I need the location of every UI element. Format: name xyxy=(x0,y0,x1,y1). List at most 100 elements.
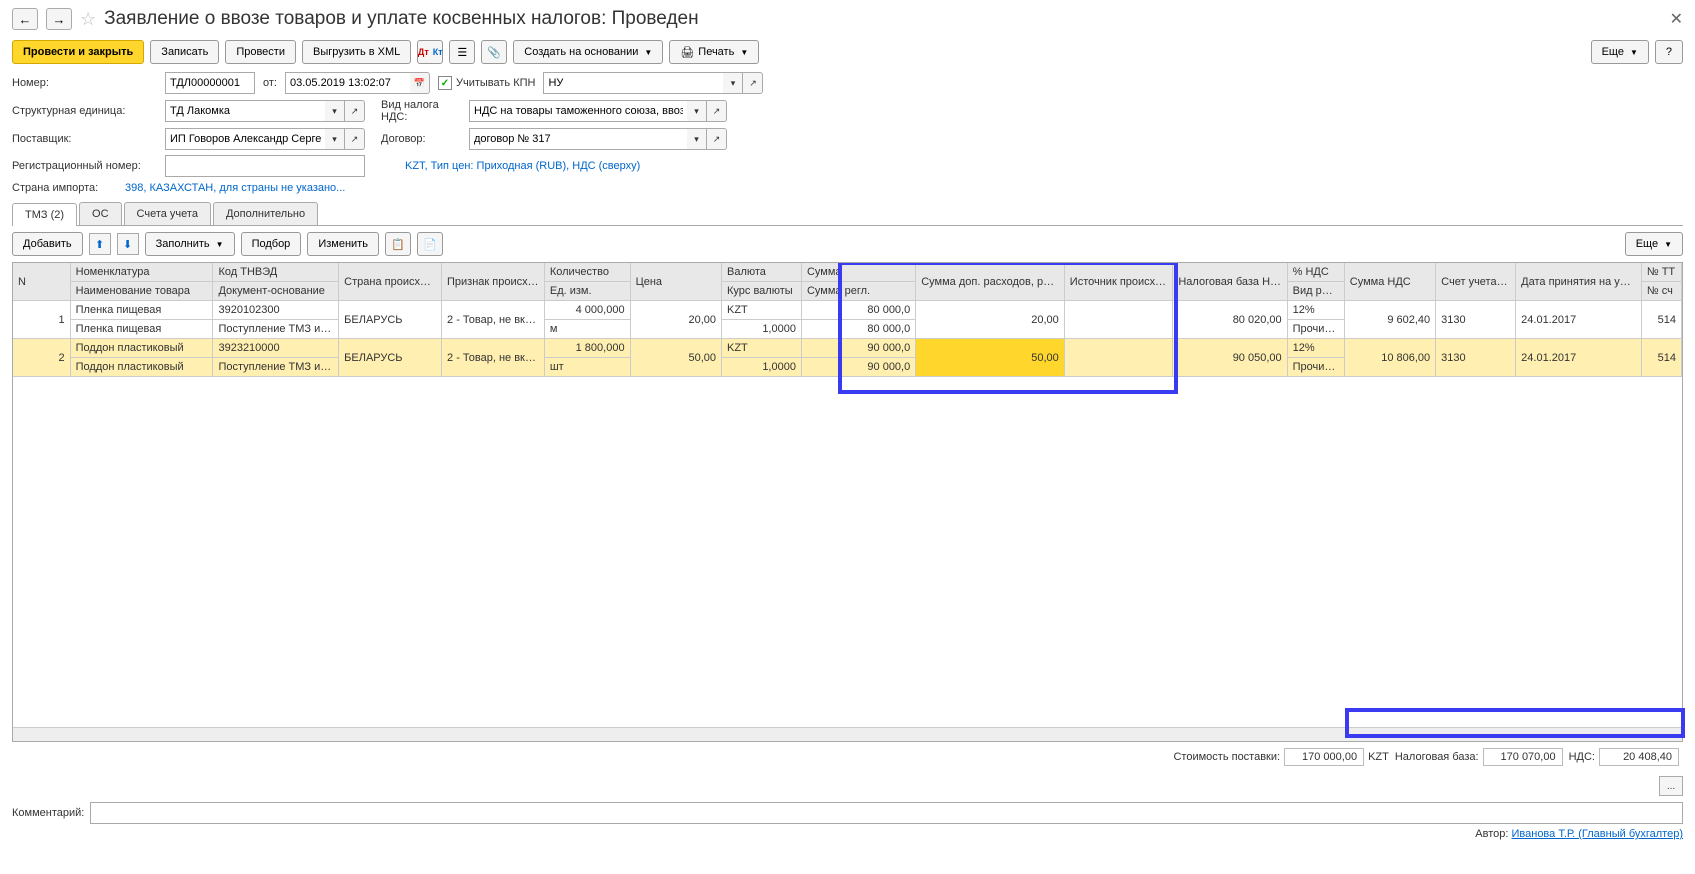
col-extra[interactable]: Сумма доп. расходов, регл. xyxy=(916,263,1065,301)
attach-icon[interactable]: 📎 xyxy=(481,40,507,64)
struct-label: Структурная единица: xyxy=(12,105,157,117)
paste-icon[interactable]: 📄 xyxy=(417,232,443,256)
col-sum-regl[interactable]: Сумма регл. xyxy=(801,282,915,301)
col-qty[interactable]: Количество xyxy=(544,263,630,282)
export-xml-button[interactable]: Выгрузить в XML xyxy=(302,40,411,64)
dropdown-icon[interactable]: ▾ xyxy=(325,128,345,150)
copy-icon[interactable]: 📋 xyxy=(385,232,411,256)
edit-button[interactable]: Изменить xyxy=(307,232,379,256)
table-row[interactable]: 2 Поддон пластиковый 3923210000 БЕЛАРУСЬ… xyxy=(13,339,1682,358)
delivery-value: 170 000,00 xyxy=(1284,748,1364,766)
close-icon[interactable]: ✕ xyxy=(1670,9,1683,29)
date-input[interactable] xyxy=(285,72,410,94)
col-sch[interactable]: № сч xyxy=(1641,282,1681,301)
add-row-button[interactable]: Добавить xyxy=(12,232,83,256)
open-icon[interactable]: ↗ xyxy=(743,72,763,94)
select-button[interactable]: Подбор xyxy=(241,232,302,256)
delivery-currency: KZT xyxy=(1368,751,1389,763)
supplier-label: Поставщик: xyxy=(12,133,157,145)
vat-value: 20 408,40 xyxy=(1599,748,1679,766)
help-button[interactable]: ? xyxy=(1655,40,1683,64)
table-row[interactable]: 1 Пленка пищевая 3920102300 БЕЛАРУСЬ 2 -… xyxy=(13,301,1682,320)
col-vat-sum[interactable]: Сумма НДС xyxy=(1344,263,1435,301)
col-price[interactable]: Цена xyxy=(630,263,721,301)
supplier-input[interactable] xyxy=(165,128,325,150)
col-doc[interactable]: Документ-основание xyxy=(213,282,339,301)
from-label: от: xyxy=(263,77,277,89)
col-unit[interactable]: Ед. изм. xyxy=(544,282,630,301)
favorite-icon[interactable]: ☆ xyxy=(80,9,96,30)
dropdown-icon[interactable]: ▾ xyxy=(687,128,707,150)
dropdown-icon[interactable]: ▾ xyxy=(325,100,345,122)
col-currency[interactable]: Валюта xyxy=(721,263,801,282)
col-country[interactable]: Страна происхождения xyxy=(339,263,442,301)
country-label: Страна импорта: xyxy=(12,182,117,194)
move-down-button[interactable]: ⬇ xyxy=(117,233,139,255)
page-title: Заявление о ввозе товаров и уплате косве… xyxy=(104,8,698,30)
comment-input[interactable] xyxy=(90,802,1683,824)
tab-tmz[interactable]: ТМЗ (2) xyxy=(12,203,77,226)
reg-input[interactable] xyxy=(165,155,365,177)
col-source[interactable]: Источник происхождения xyxy=(1064,263,1173,301)
open-icon[interactable]: ↗ xyxy=(345,128,365,150)
col-attr[interactable]: Признак происхождения xyxy=(442,263,545,301)
col-n[interactable]: N xyxy=(13,263,70,301)
table-more-button[interactable]: Еще▼ xyxy=(1625,232,1683,256)
tab-additional[interactable]: Дополнительно xyxy=(213,202,318,225)
printer-icon: 🖨 xyxy=(680,46,694,59)
col-nomen[interactable]: Номенклатура xyxy=(70,263,213,282)
create-based-on-button[interactable]: Создать на основании▼ xyxy=(513,40,663,64)
open-icon[interactable]: ↗ xyxy=(707,128,727,150)
dropdown-icon[interactable]: ▾ xyxy=(687,100,707,122)
dropdown-icon[interactable]: ▾ xyxy=(723,72,743,94)
vat-label: НДС: xyxy=(1569,751,1595,763)
comment-label: Комментарий: xyxy=(12,807,84,819)
report-icon[interactable]: ☰ xyxy=(449,40,475,64)
price-info-link[interactable]: KZT, Тип цен: Приходная (RUB), НДС (свер… xyxy=(405,160,640,172)
fill-button[interactable]: Заполнить▼ xyxy=(145,232,235,256)
more-button[interactable]: Еще▼ xyxy=(1591,40,1649,64)
kpn-checkbox[interactable]: ✓ xyxy=(438,76,452,90)
col-tax-base[interactable]: Налоговая база НДС xyxy=(1173,263,1287,301)
contract-input[interactable] xyxy=(469,128,687,150)
base-value: 170 070,00 xyxy=(1483,748,1563,766)
active-cell[interactable]: 50,00 xyxy=(916,339,1065,377)
delivery-label: Стоимость поставки: xyxy=(1173,751,1280,763)
col-rate[interactable]: Курс валюты xyxy=(721,282,801,301)
col-vat-pct[interactable]: % НДС xyxy=(1287,263,1344,282)
kpn-select[interactable] xyxy=(543,72,723,94)
author-link[interactable]: Иванова Т.Р. (Главный бухгалтер) xyxy=(1512,828,1684,840)
expand-button[interactable]: ... xyxy=(1659,776,1683,796)
country-link[interactable]: 398, КАЗАХСТАН, для страны не указано... xyxy=(125,182,345,194)
vat-type-input[interactable] xyxy=(469,100,687,122)
post-and-close-button[interactable]: Провести и закрыть xyxy=(12,40,144,64)
data-table-wrap: N Номенклатура Код ТНВЭД Страна происхож… xyxy=(12,262,1683,742)
base-label: Налоговая база: xyxy=(1395,751,1479,763)
col-tt[interactable]: № ТТ xyxy=(1641,263,1681,282)
col-sum[interactable]: Сумма xyxy=(801,263,915,282)
tab-accounts[interactable]: Счета учета xyxy=(124,202,211,225)
post-button[interactable]: Провести xyxy=(225,40,296,64)
tab-os[interactable]: ОС xyxy=(79,202,122,225)
open-icon[interactable]: ↗ xyxy=(707,100,727,122)
calendar-icon[interactable]: 📅 xyxy=(410,72,430,94)
number-input[interactable] xyxy=(165,72,255,94)
save-button[interactable]: Записать xyxy=(150,40,219,64)
contract-label: Договор: xyxy=(381,133,461,145)
col-name[interactable]: Наименование товара xyxy=(70,282,213,301)
col-tnved[interactable]: Код ТНВЭД xyxy=(213,263,339,282)
struct-input[interactable] xyxy=(165,100,325,122)
author-label: Автор: xyxy=(1475,828,1508,840)
horizontal-scrollbar[interactable] xyxy=(13,727,1682,741)
open-icon[interactable]: ↗ xyxy=(345,100,365,122)
nav-back-button[interactable]: ← xyxy=(12,8,38,30)
col-date-acc[interactable]: Дата принятия на учет xyxy=(1516,263,1642,301)
move-up-button[interactable]: ⬆ xyxy=(89,233,111,255)
col-account[interactable]: Счет учета НДС xyxy=(1436,263,1516,301)
print-button[interactable]: 🖨 Печать▼ xyxy=(669,40,759,64)
nav-forward-button[interactable]: → xyxy=(46,8,72,30)
debit-credit-icon[interactable]: ДтКт xyxy=(417,40,443,64)
col-vat-real[interactable]: Вид реализации (НДС) xyxy=(1287,282,1344,301)
number-label: Номер: xyxy=(12,77,157,89)
reg-label: Регистрационный номер: xyxy=(12,160,157,172)
